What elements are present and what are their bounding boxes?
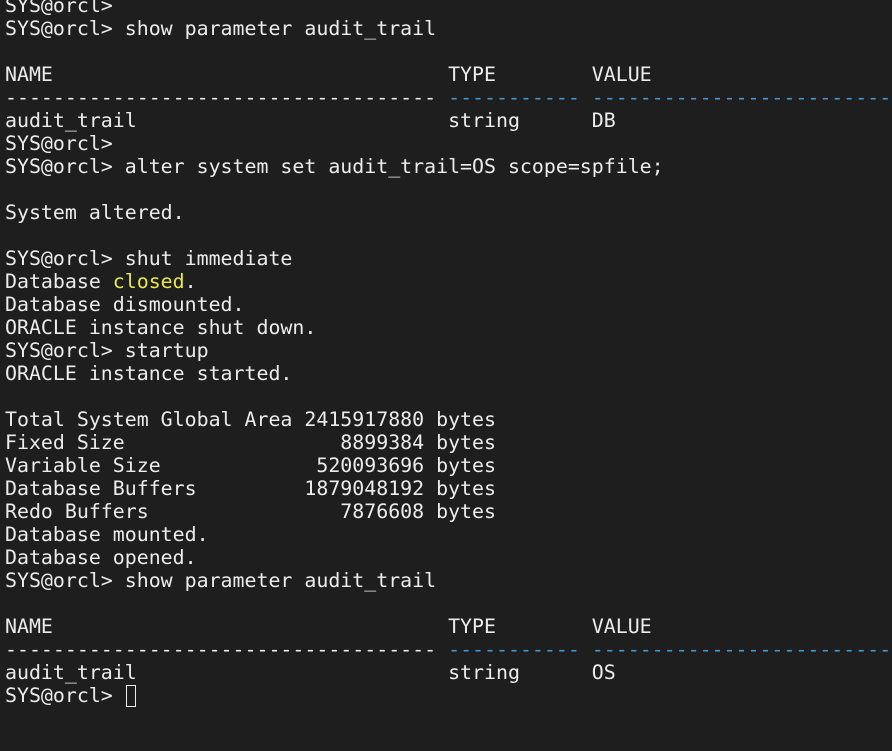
- column-header-line: NAME TYPE VALUE: [5, 615, 652, 638]
- result-row: audit_trail string OS: [5, 661, 616, 684]
- db-closed-prefix: Database: [5, 270, 113, 293]
- terminal-line: Database closed.: [5, 270, 892, 294]
- sga-line: Fixed Size 8899384 bytes: [5, 431, 496, 454]
- separator-value: ------------------------------: [591, 86, 892, 109]
- sga-line: Variable Size 520093696 bytes: [5, 454, 496, 477]
- terminal-line: SYS@orcl>: [5, 0, 113, 17]
- separator-name: ------------------------------------: [5, 638, 449, 661]
- column-header-line: NAME TYPE VALUE: [5, 63, 652, 86]
- terminal-line: ORACLE instance started.: [5, 362, 293, 385]
- sga-line: Total System Global Area 2415917880 byte…: [5, 408, 496, 431]
- terminal-line: ORACLE instance shut down.: [5, 316, 317, 339]
- db-closed-suffix: .: [184, 270, 197, 293]
- separator-line: ------------------------------------ ---…: [5, 86, 892, 110]
- terminal-line: SYS@orcl> show parameter audit_trail: [5, 17, 437, 40]
- terminal-line: System altered.: [5, 201, 185, 224]
- sga-line: Database Buffers 1879048192 bytes: [5, 477, 496, 500]
- separator-type: -----------: [448, 86, 592, 109]
- terminal-line: Database opened.: [5, 546, 197, 569]
- separator-value: ------------------------------: [591, 638, 892, 661]
- separator-type: -----------: [448, 638, 592, 661]
- closed-keyword: closed: [112, 270, 185, 293]
- terminal-line: Database mounted.: [5, 523, 209, 546]
- separator-line: ------------------------------------ ---…: [5, 638, 892, 662]
- result-row: audit_trail string DB: [5, 109, 616, 132]
- terminal-line: SYS@orcl> startup: [5, 339, 209, 362]
- terminal-line: SYS@orcl>: [5, 132, 113, 155]
- terminal-line: SYS@orcl> alter system set audit_trail=O…: [5, 155, 664, 178]
- terminal-line: SYS@orcl> shut immediate: [5, 247, 293, 270]
- cursor-icon: [125, 685, 136, 707]
- prompt-line[interactable]: SYS@orcl>: [5, 684, 892, 708]
- terminal-line: SYS@orcl> show parameter audit_trail: [5, 569, 437, 592]
- terminal-line: Database dismounted.: [5, 293, 245, 316]
- separator-name: ------------------------------------: [5, 86, 449, 109]
- sga-line: Redo Buffers 7876608 bytes: [5, 500, 496, 523]
- prompt-text: SYS@orcl>: [5, 684, 125, 707]
- terminal-window[interactable]: SYS@orcl> SYS@orcl> show parameter audit…: [0, 0, 892, 751]
